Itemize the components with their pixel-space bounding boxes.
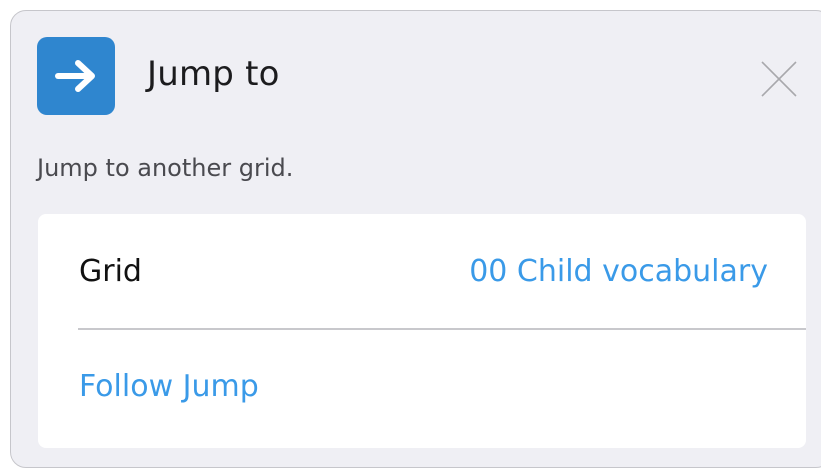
arrow-right-icon <box>37 37 115 115</box>
grid-label: Grid <box>79 254 142 289</box>
panel-description: Jump to another grid. <box>37 154 294 182</box>
settings-card: Grid 00 Child vocabulary Follow Jump <box>38 214 806 448</box>
follow-jump-row[interactable]: Follow Jump <box>38 330 806 446</box>
close-icon <box>761 61 797 97</box>
grid-value-link[interactable]: 00 Child vocabulary <box>469 251 768 293</box>
grid-row[interactable]: Grid 00 Child vocabulary <box>38 214 806 330</box>
follow-jump-button[interactable]: Follow Jump <box>79 366 259 408</box>
panel-title: Jump to <box>147 54 280 94</box>
close-button[interactable] <box>755 55 803 103</box>
arrow-right-glyph <box>55 60 95 92</box>
jump-to-panel: Jump to Jump to another grid. Grid 00 Ch… <box>10 10 821 468</box>
